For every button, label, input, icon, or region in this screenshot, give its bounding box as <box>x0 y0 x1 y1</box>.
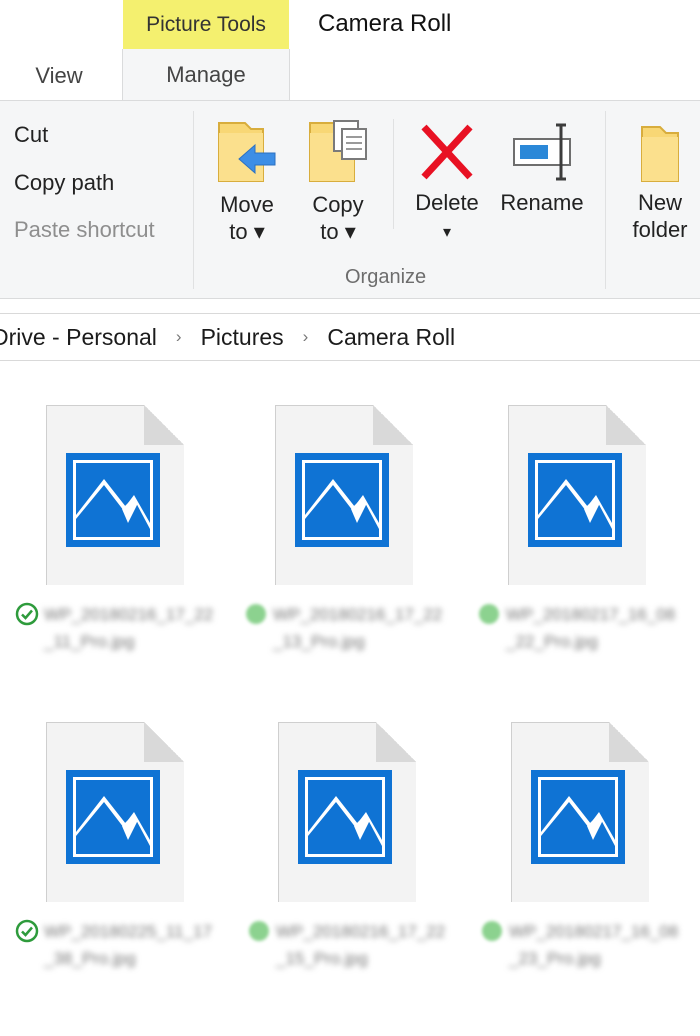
tab-manage[interactable]: Manage <box>122 49 290 101</box>
file-page-fold <box>376 722 416 762</box>
sync-check-icon <box>14 918 40 949</box>
window-title: Camera Roll <box>318 10 452 37</box>
copy-to-folder-icon <box>309 120 367 182</box>
image-file-icon <box>298 770 392 864</box>
tab-view[interactable]: View <box>0 52 118 100</box>
file-page-fold <box>373 405 413 445</box>
breadcrumb-pictures[interactable]: Pictures <box>201 324 284 351</box>
cloud-status-icon <box>479 918 505 949</box>
breadcrumb-onedrive[interactable]: Drive - Personal <box>0 324 157 351</box>
sync-check-icon <box>14 601 40 632</box>
cut-label: Cut <box>14 122 49 147</box>
rename-icon <box>513 123 571 181</box>
file-name: WP_20180216_17_22_15_Pro.jpg <box>276 922 446 968</box>
paste-shortcut-button[interactable]: Paste shortcut <box>14 217 155 243</box>
move-to-line1: Move <box>220 192 274 217</box>
file-page-fold <box>606 405 646 445</box>
new-folder-icon <box>641 126 679 182</box>
image-file-icon <box>66 770 160 864</box>
delete-dropdown-arrow[interactable]: ▾ <box>443 224 451 241</box>
ribbon-group-divider <box>193 111 194 289</box>
file-name: WP_20180216_17_22_13_Pro.jpg <box>273 605 443 651</box>
move-to-folder-icon <box>218 122 276 182</box>
file-name: WP_20180217_16_08_22_Pro.jpg <box>506 605 676 651</box>
image-file-icon <box>531 770 625 864</box>
image-file-icon <box>66 453 160 547</box>
ribbon-panel: Cut Copy path Paste shortcut Move to ▾ C… <box>0 100 700 299</box>
paste-shortcut-label: Paste shortcut <box>14 217 155 242</box>
rename-button[interactable]: Rename <box>494 121 590 216</box>
cloud-status-icon <box>246 918 272 949</box>
new-folder-line1: New <box>637 190 682 215</box>
cloud-status-icon <box>243 601 269 632</box>
delete-x-icon <box>421 124 473 180</box>
image-file-icon <box>295 453 389 547</box>
breadcrumb-camera-roll[interactable]: Camera Roll <box>327 324 455 351</box>
new-folder-button[interactable]: New folder <box>620 123 700 243</box>
file-page-fold <box>144 405 184 445</box>
delete-label: Delete <box>415 190 479 215</box>
breadcrumb[interactable]: Drive - Personal › Pictures › Camera Rol… <box>0 313 700 361</box>
new-folder-line2: folder <box>632 217 688 242</box>
file-name: WP_20180216_17_22_11_Pro.jpg <box>44 605 214 651</box>
copy-to-line1: Copy <box>312 192 364 217</box>
ribbon-group-divider-2 <box>605 111 606 289</box>
breadcrumb-separator-icon[interactable]: › <box>303 327 309 347</box>
move-to-line2: to ▾ <box>229 219 265 244</box>
copy-to-button[interactable]: Copy to ▾ <box>303 117 373 245</box>
copy-to-line2: to ▾ <box>320 219 356 244</box>
breadcrumb-separator-icon[interactable]: › <box>176 327 182 347</box>
picture-tools-context-header: Picture Tools <box>123 0 289 49</box>
delete-button[interactable]: Delete ▾ <box>408 121 486 246</box>
organize-group-label: Organize <box>345 266 427 288</box>
copy-path-label: Copy path <box>14 170 115 195</box>
file-name: WP_20180217_16_08_23_Pro.jpg <box>509 922 679 968</box>
move-to-button[interactable]: Move to ▾ <box>210 119 284 245</box>
file-name: WP_20180225_11_17_38_Pro.jpg <box>44 922 212 968</box>
copy-path-button[interactable]: Copy path <box>14 170 114 196</box>
file-page-fold <box>609 722 649 762</box>
cloud-status-icon <box>476 601 502 632</box>
ribbon-divider-small <box>393 119 394 229</box>
cut-button[interactable]: Cut <box>14 122 48 148</box>
ribbon-tab-strip: Picture Tools Camera Roll View Manage <box>0 0 700 101</box>
file-page-fold <box>144 722 184 762</box>
rename-label: Rename <box>500 190 584 215</box>
image-file-icon <box>528 453 622 547</box>
